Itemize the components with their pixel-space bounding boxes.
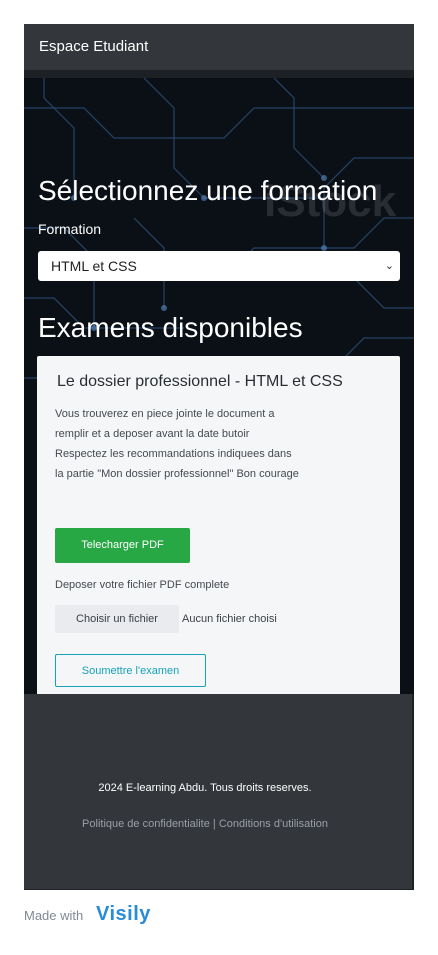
app-frame: Espace Etudiant iStock Sélectionnez une … [24,24,414,890]
visily-logo-icon[interactable]: Visily [96,903,151,926]
made-with-label: Made with [24,908,84,923]
upload-label: Deposer votre fichier PDF complete [55,579,230,591]
exams-heading: Examens disponibles [38,312,303,343]
exam-card: Le dossier professionnel - HTML et CSS V… [37,356,400,694]
top-navbar: Espace Etudiant [24,24,414,70]
hero-section: iStock Sélectionnez une formation Format… [24,78,414,694]
file-status-text: Aucun fichier choisi [182,613,277,625]
exam-title: Le dossier professionnel - HTML et CSS [57,373,343,390]
footer: 2024 E-learning Abdu. Tous droits reserv… [24,694,412,889]
download-pdf-button[interactable]: Telecharger PDF [55,528,190,563]
submit-exam-button[interactable]: Soumettre l'examen [55,654,206,687]
formation-label: Formation [38,221,102,237]
description-line: la partie "Mon dossier professionnel" Bo… [55,468,299,480]
exam-description: Vous trouverez en piece jointe le docume… [55,404,355,484]
formation-selected-value: HTML et CSS [51,258,137,274]
description-line: remplir et a deposer avant la date butoi… [55,428,250,440]
description-line: Vous trouverez en piece jointe le docume… [55,408,275,420]
choose-file-button[interactable]: Choisir un fichier [55,605,179,633]
brand-name: Visily [96,903,151,925]
page-title: Sélectionnez une formation [38,175,378,206]
footer-copyright: 2024 E-learning Abdu. Tous droits reserv… [98,782,312,794]
description-line: Respectez les recommandations indiquees … [55,448,292,460]
brand-title[interactable]: Espace Etudiant [39,38,148,55]
footer-links[interactable]: Politique de confidentialite | Condition… [24,818,386,830]
formation-select[interactable]: HTML et CSS ⌄ [38,251,400,281]
chevron-down-icon: ⌄ [384,260,394,272]
